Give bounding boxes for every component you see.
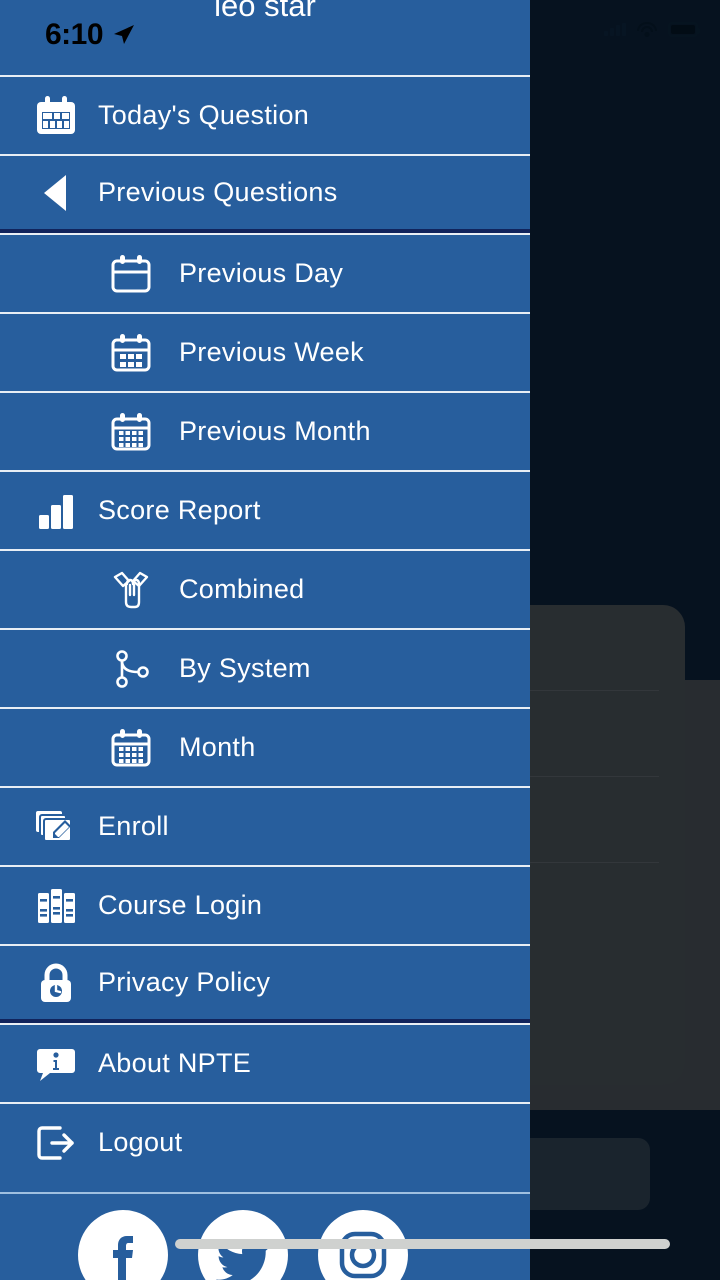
- calendar-day-icon: [105, 248, 157, 300]
- menu-item-previous-questions[interactable]: Previous Questions: [0, 154, 530, 233]
- menu-item-course-login[interactable]: Course Login: [0, 865, 530, 944]
- menu-item-todays-question[interactable]: Today's Question: [0, 75, 530, 154]
- menu-item-label: Privacy Policy: [98, 967, 271, 997]
- side-drawer-menu: leo star 6:10 Today's Question Previous …: [0, 0, 530, 1280]
- location-arrow-icon: [114, 25, 135, 44]
- social-links-row: [0, 1192, 530, 1280]
- status-bar-time-group: 6:10: [45, 18, 136, 52]
- menu-item-label: Score Report: [98, 495, 261, 525]
- calendar-icon: [30, 90, 82, 142]
- menu-item-label: Previous Month: [179, 416, 371, 446]
- drawer-header: leo star 6:10: [0, 0, 530, 75]
- menu-item-label: Month: [179, 732, 256, 762]
- menu-item-label: Previous Questions: [98, 177, 338, 207]
- menu-item-score-report[interactable]: Score Report: [0, 470, 530, 549]
- menu-item-logout[interactable]: Logout: [0, 1102, 530, 1181]
- menu-item-previous-day[interactable]: Previous Day: [0, 233, 530, 312]
- menu-item-label: Enroll: [98, 811, 169, 841]
- calendar-month-icon: [105, 406, 157, 458]
- menu-item-label: Course Login: [98, 890, 263, 920]
- status-bar-time: 6:10: [45, 18, 104, 51]
- menu-item-label: Today's Question: [98, 100, 310, 130]
- hands-together-icon: [105, 564, 157, 616]
- bar-chart-icon: [30, 485, 82, 537]
- calendar-month-icon: [105, 722, 157, 774]
- logout-arrow-icon: [30, 1117, 82, 1169]
- facebook-icon[interactable]: [78, 1210, 168, 1280]
- menu-item-privacy-policy[interactable]: Privacy Policy: [0, 944, 530, 1023]
- menu-item-about-npte[interactable]: About NPTE: [0, 1023, 530, 1102]
- menu-item-label: Combined: [179, 574, 305, 604]
- calendar-week-icon: [105, 327, 157, 379]
- menu-item-label: Logout: [98, 1127, 183, 1157]
- books-icon: [30, 880, 82, 932]
- menu-item-label: Previous Day: [179, 258, 344, 288]
- menu-item-enroll[interactable]: Enroll: [0, 786, 530, 865]
- menu-item-label: About NPTE: [98, 1048, 252, 1078]
- menu-item-combined[interactable]: Combined: [0, 549, 530, 628]
- info-bubble-icon: [30, 1038, 82, 1090]
- menu-item-label: By System: [179, 653, 311, 683]
- menu-item-by-system[interactable]: By System: [0, 628, 530, 707]
- menu-item-previous-month[interactable]: Previous Month: [0, 391, 530, 470]
- caret-left-icon: [30, 167, 82, 219]
- documents-pencil-icon: [30, 801, 82, 853]
- branch-nodes-icon: [105, 643, 157, 695]
- menu-item-month[interactable]: Month: [0, 707, 530, 786]
- drawer-menu-list: Today's Question Previous Questions Prev…: [0, 75, 530, 1181]
- lock-icon: [30, 957, 82, 1009]
- menu-item-label: Previous Week: [179, 337, 364, 367]
- menu-item-previous-week[interactable]: Previous Week: [0, 312, 530, 391]
- home-indicator-bar[interactable]: [175, 1239, 670, 1249]
